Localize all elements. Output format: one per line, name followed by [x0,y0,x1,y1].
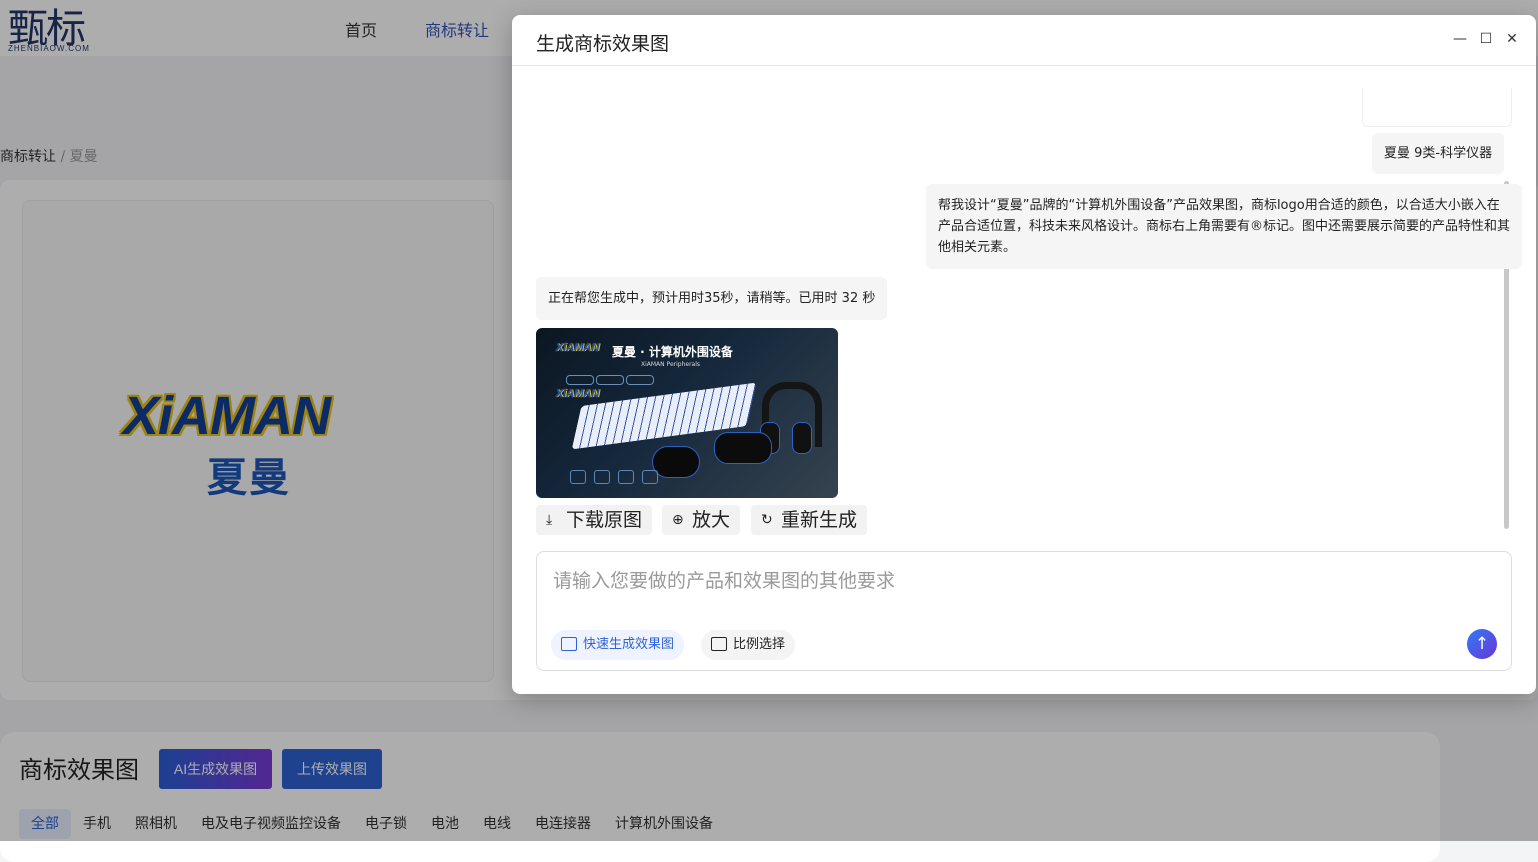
ratio-select-label: 比例选择 [733,637,786,652]
image-subtitle: XiAMAN Peripherals [641,361,701,368]
image-brand-logo: XiAMAN [556,388,600,400]
assistant-status-message: 正在帮您生成中，预计用时35秒，请稍等。已用时 32 秒 [536,277,888,320]
feature-icon [642,470,658,484]
regenerate-button[interactable]: ↻ 重新生成 [751,505,868,535]
download-original-button[interactable]: ⤓ 下载原图 [536,505,653,535]
feature-icons [564,470,684,488]
dialog-header: 生成商标效果图 — ☐ ✕ [512,15,1536,66]
user-category-message: 夏曼 9类-科学仪器 [1372,133,1505,174]
close-icon[interactable]: ✕ [1502,29,1522,49]
download-icon: ⤓ [546,512,553,528]
feature-chip [566,375,594,385]
ratio-select-button[interactable]: 比例选择 [701,630,796,660]
headphone-ear-graphic [792,422,812,454]
feature-chip [596,375,624,385]
refresh-icon: ↻ [761,512,773,528]
arrow-up-icon: ↑ [1474,634,1490,654]
feature-icon [594,470,610,484]
gamepad-graphic [714,432,772,464]
quick-generate-button[interactable]: 快速生成效果图 [551,630,685,660]
minimize-icon[interactable]: — [1450,29,1470,49]
prompt-placeholder: 请输入您要做的产品和效果图的其他要求 [553,570,896,592]
feature-chip [626,375,654,385]
zoom-label: 放大 [692,509,731,531]
feature-icon [570,470,586,484]
feature-icon [618,470,634,484]
prompt-input[interactable]: 请输入您要做的产品和效果图的其他要求 快速生成效果图 比例选择 ↑ [536,551,1512,671]
generated-effect-image[interactable]: XiAMAN XiAMAN 夏曼 · 计算机外围设备 XiAMAN Periph… [536,328,838,498]
ratio-icon [711,637,727,651]
maximize-icon[interactable]: ☐ [1476,29,1496,49]
generate-effect-dialog: 生成商标效果图 — ☐ ✕ 夏曼 9类-科学仪器 帮我设计“夏曼”品牌的“计算机… [512,15,1536,694]
send-button[interactable]: ↑ [1467,629,1497,659]
user-request-message: 帮我设计“夏曼”品牌的“计算机外围设备”产品效果图，商标logo用合适的颜色，以… [926,184,1522,269]
previous-message-bubble [1362,88,1512,127]
image-title: 夏曼 · 计算机外围设备 [612,345,733,359]
dialog-title: 生成商标效果图 [536,33,670,55]
image-brand-logo: XiAMAN [556,342,600,354]
zoom-button[interactable]: ⊕ 放大 [662,505,741,535]
zoom-in-icon: ⊕ [672,512,684,528]
quick-generate-label: 快速生成效果图 [583,637,675,652]
image-icon [561,637,577,651]
download-label: 下载原图 [566,509,643,531]
regenerate-label: 重新生成 [781,509,858,531]
